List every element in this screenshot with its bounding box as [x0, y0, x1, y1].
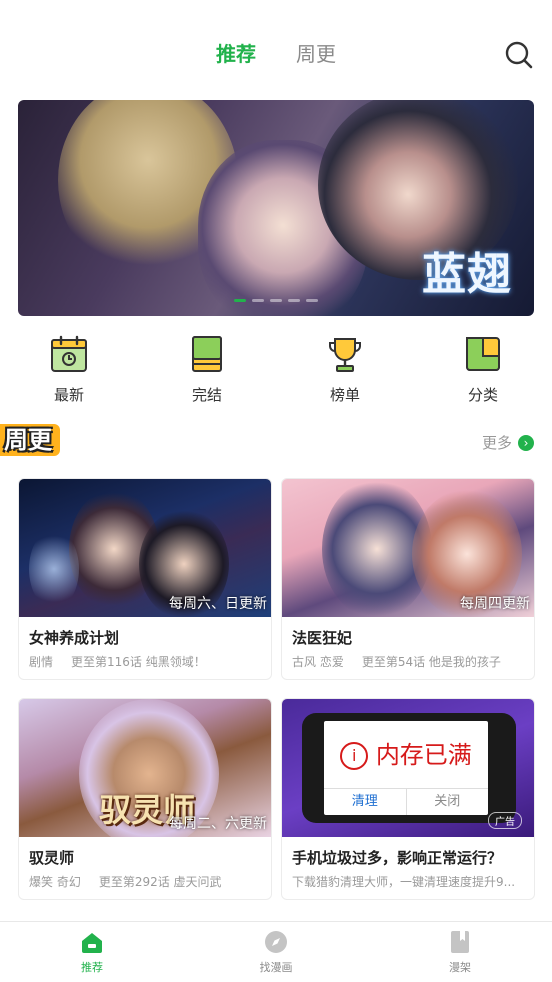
status-bar: 5:23 — [452, 4, 542, 26]
clean-button: 清理 — [324, 789, 407, 815]
comic-cover: 每周六、日更新 — [19, 479, 271, 617]
calendar-icon — [51, 335, 87, 372]
nav-discover[interactable]: 找漫画 — [184, 922, 368, 982]
category-completed[interactable]: 完结 — [138, 334, 276, 410]
wifi-icon — [452, 8, 473, 22]
comic-title: 女神养成计划 — [29, 629, 120, 647]
category-icon — [466, 337, 500, 371]
bottom-nav: 推荐 找漫画 漫架 — [0, 921, 552, 982]
memory-full-warning: i 内存已满 — [324, 735, 488, 770]
category-label: 分类 — [467, 386, 498, 404]
banner-title-art: 蓝翅 — [422, 249, 512, 300]
category-latest[interactable]: 最新 — [0, 334, 138, 410]
carousel-dot — [270, 299, 282, 302]
ad-image: i 内存已满 清理 关闭 广告 — [282, 699, 534, 837]
comic-title: 法医狂妃 — [292, 629, 353, 647]
main-content: 蓝翅 最新 完结 榜单 分类 周更 更多 › 每周六、日更新 女神养成计划 剧情… — [0, 82, 552, 921]
compass-icon — [265, 931, 287, 953]
ad-badge: 广告 — [488, 812, 522, 829]
comic-tags: 爆笑 奇幻 — [29, 875, 81, 889]
ad-title: 手机垃圾过多，影响正常运行？ — [292, 849, 503, 867]
comic-meta: 剧情 更至第116话 纯黑领域！ — [29, 653, 206, 670]
comic-meta: 古风 恋爱 更至第54话 他是我的孩子 — [292, 653, 501, 670]
comic-cover: 每周四更新 — [282, 479, 534, 617]
tab-recommend[interactable]: 推荐 — [214, 38, 258, 78]
nav-bookshelf[interactable]: 漫架 — [368, 922, 552, 982]
search-icon[interactable] — [504, 40, 534, 70]
comic-title: 驭灵师 — [29, 849, 75, 867]
comic-latest-chapter: 更至第116话 纯黑领域！ — [71, 655, 206, 669]
banner-carousel[interactable]: 蓝翅 — [18, 100, 534, 316]
category-genres[interactable]: 分类 — [414, 334, 552, 410]
carousel-dot — [288, 299, 300, 302]
home-icon — [82, 933, 102, 953]
ad-description: 下载猎豹清理大师，一键清理速度提升9... — [292, 875, 516, 889]
update-schedule-badge: 每周六、日更新 — [169, 596, 267, 612]
book-icon — [192, 336, 222, 372]
battery-icon — [484, 5, 495, 23]
comic-card[interactable]: 每周六、日更新 女神养成计划 剧情 更至第116话 纯黑领域！ — [18, 478, 272, 680]
chevron-right-icon: › — [518, 434, 534, 451]
category-row: 最新 完结 榜单 分类 — [0, 334, 552, 410]
top-tabs: 推荐 周更 — [0, 38, 552, 78]
bookshelf-icon — [451, 931, 469, 953]
comic-cover: 驭灵师 每周二、六更新 — [19, 699, 271, 837]
category-label: 完结 — [191, 386, 222, 404]
phone-illustration: i 内存已满 清理 关闭 — [302, 713, 516, 823]
comic-tags: 古风 恋爱 — [292, 655, 344, 669]
update-schedule-badge: 每周二、六更新 — [169, 816, 267, 832]
comic-latest-chapter: 更至第54话 他是我的孩子 — [361, 655, 501, 669]
nav-label: 找漫画 — [259, 961, 293, 974]
status-time: 5:23 — [506, 5, 542, 25]
carousel-indicator — [234, 299, 318, 302]
ad-card[interactable]: i 内存已满 清理 关闭 广告 手机垃圾过多，影响正常运行？ 下载猎豹清理大师，… — [281, 698, 535, 900]
update-schedule-badge: 每周四更新 — [460, 596, 530, 612]
comic-tags: 剧情 — [29, 655, 54, 669]
comic-card[interactable]: 每周四更新 法医狂妃 古风 恋爱 更至第54话 他是我的孩子 — [281, 478, 535, 680]
category-ranking[interactable]: 榜单 — [276, 334, 414, 410]
category-label: 榜单 — [329, 386, 360, 404]
comic-meta: 爆笑 奇幻 更至第292话 虚天问武 — [29, 873, 222, 890]
info-icon: i — [340, 742, 369, 770]
nav-recommend[interactable]: 推荐 — [0, 922, 184, 982]
comic-card[interactable]: 驭灵师 每周二、六更新 驭灵师 爆笑 奇幻 更至第292话 虚天问武 — [18, 698, 272, 900]
trophy-icon — [329, 338, 361, 372]
nav-label: 推荐 — [81, 961, 103, 974]
dialog-buttons: 清理 关闭 — [324, 788, 488, 815]
category-label: 最新 — [53, 386, 84, 404]
tab-weekly[interactable]: 周更 — [294, 38, 338, 78]
carousel-dot — [252, 299, 264, 302]
more-label: 更多 — [481, 434, 512, 452]
weekly-section-header: 周更 更多 › — [0, 422, 552, 462]
section-title: 周更 — [0, 424, 60, 456]
more-button[interactable]: 更多 › — [482, 432, 534, 453]
phone-screen: i 内存已满 清理 关闭 — [324, 721, 488, 815]
nav-label: 漫架 — [449, 961, 471, 974]
carousel-dot — [306, 299, 318, 302]
comic-latest-chapter: 更至第292话 虚天问武 — [98, 875, 222, 889]
close-button: 关闭 — [434, 794, 461, 809]
app-header: 5:23 推荐 周更 — [0, 0, 552, 83]
carousel-dot — [234, 299, 246, 302]
